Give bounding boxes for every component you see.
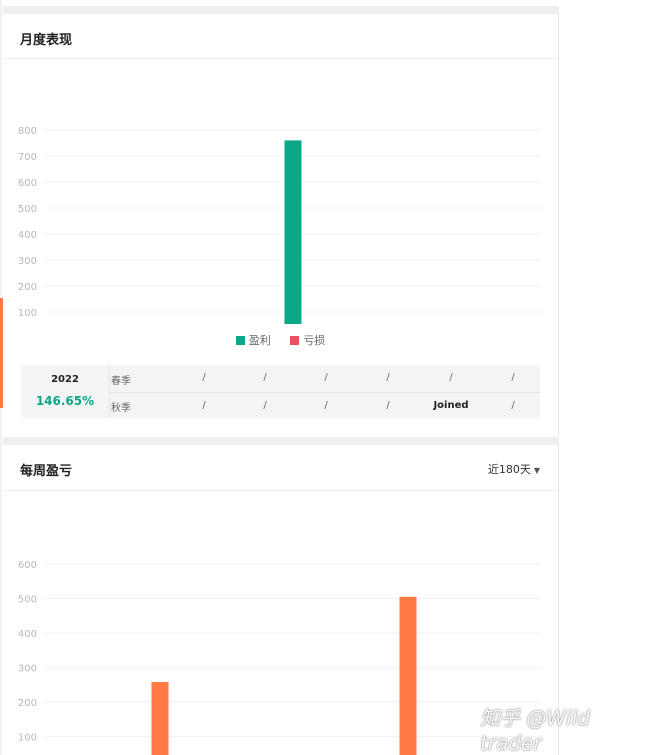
chevron-down-icon: ▼ — [533, 466, 540, 475]
profit-swatch — [235, 336, 245, 345]
weekly-card-header: 每周盈亏 近180天 ▼ — [3, 445, 558, 491]
weekly-chart: 010020030040050060019 Nov26 Nov — [3, 491, 558, 755]
monthly-ytick-label: 100 — [18, 308, 37, 319]
monthly-ytick-label: 500 — [18, 204, 37, 215]
section-gap-2 — [3, 437, 559, 445]
autumn-slot-3: / — [324, 400, 328, 411]
autumn-slot-joined: Joined — [433, 400, 469, 411]
season-return-pct: 146.65% — [35, 394, 95, 408]
monthly-chart: 0100200300400500600700800Nov — [3, 59, 558, 324]
weekly-bar[interactable] — [151, 681, 169, 755]
monthly-legend: 盈利 亏损 — [3, 332, 558, 348]
autumn-slot-6: / — [511, 400, 515, 411]
range-label: 近180天 — [487, 463, 531, 476]
monthly-ytick-label: 800 — [18, 126, 37, 137]
weekly-card-title: 每周盈亏 — [20, 464, 73, 479]
weekly-bar[interactable] — [399, 596, 417, 755]
monthly-ytick-label: 300 — [18, 256, 37, 267]
legend-label-loss: 亏损 — [303, 334, 326, 347]
spring-slot-4: / — [386, 372, 390, 383]
season-label-autumn: 秋季 — [111, 403, 131, 414]
monthly-ytick-label: 600 — [18, 178, 37, 189]
spring-slot-3: / — [324, 372, 328, 383]
watermark: 知乎 @Wild trader — [480, 706, 590, 755]
weekly-ytick-label: 500 — [18, 595, 37, 606]
monthly-ytick-label: 700 — [18, 152, 37, 163]
section-gap — [3, 6, 559, 14]
monthly-ytick-label: 200 — [18, 282, 37, 293]
weekly-ytick-label: 200 — [18, 698, 37, 709]
loss-swatch — [290, 336, 300, 345]
monthly-bar-chart: 0100200300400500600700800Nov — [18, 126, 541, 324]
autumn-slot-4: / — [386, 400, 390, 411]
monthly-performance-card: 月度表现 0100200300400500600700800Nov 盈利 亏损 … — [3, 14, 559, 437]
year-cell: 2022 146.65% — [21, 365, 110, 418]
spring-slot-1: / — [202, 372, 206, 383]
row-divider — [109, 392, 540, 393]
weekly-ytick-label: 600 — [18, 560, 37, 571]
spring-slot-2: / — [263, 372, 267, 383]
legend-item-loss[interactable]: 亏损 — [290, 332, 325, 348]
weekly-pnl-card: 每周盈亏 近180天▼ 010020030040050060019 Nov26 … — [3, 445, 559, 755]
spring-slot-6: / — [511, 372, 515, 383]
legend-label-profit: 盈利 — [248, 334, 271, 347]
monthly-ytick-label: 400 — [18, 230, 37, 241]
season-table: 2022 146.65% 春季 秋季 / / / / / / / / / / J… — [21, 365, 540, 418]
autumn-slot-1: / — [202, 400, 206, 411]
weekly-bar-chart: 010020030040050060019 Nov26 Nov — [18, 560, 541, 755]
spring-slot-5: / — [449, 372, 453, 383]
weekly-ytick-label: 100 — [18, 733, 37, 744]
autumn-slot-2: / — [263, 400, 267, 411]
legend-item-profit[interactable]: 盈利 — [235, 332, 271, 348]
weekly-ytick-label: 400 — [18, 629, 37, 640]
monthly-card-header: 月度表现 — [3, 14, 558, 59]
range-dropdown[interactable]: 近180天 ▼ — [488, 461, 540, 477]
season-year: 2022 — [51, 374, 79, 385]
monthly-card-title: 月度表现 — [20, 33, 73, 48]
monthly-bar[interactable] — [284, 140, 302, 324]
season-label-spring: 春季 — [111, 376, 131, 387]
weekly-ytick-label: 300 — [18, 664, 37, 675]
